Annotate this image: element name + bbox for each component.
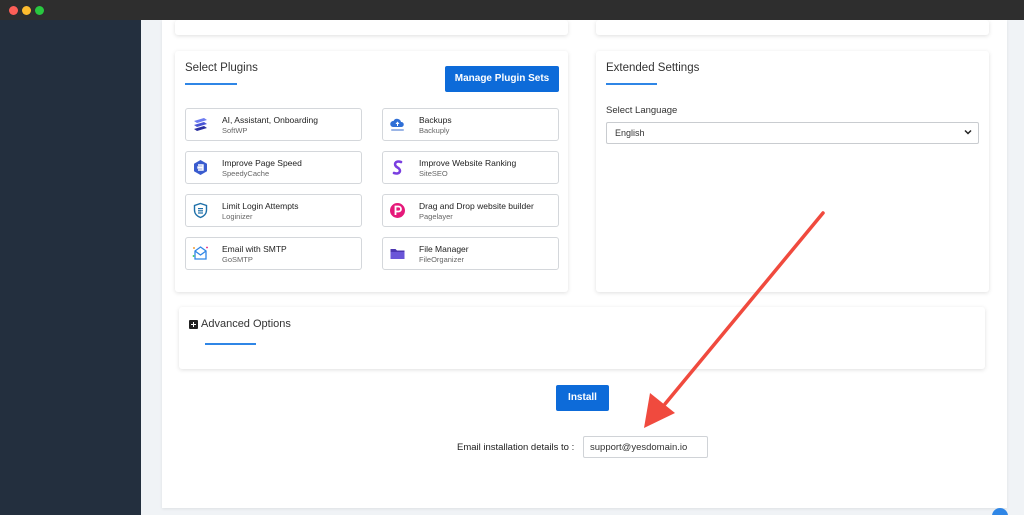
plugin-slug: GoSMTP: [222, 255, 253, 264]
close-window-button[interactable]: [9, 6, 18, 15]
plugin-name: Drag and Drop website builder: [419, 201, 534, 211]
siteseo-icon: [392, 160, 403, 175]
backuply-cloud-icon: [390, 118, 404, 131]
chevron-down-icon: [964, 129, 972, 135]
title-underline: [205, 343, 256, 345]
select-language-label: Select Language: [606, 105, 678, 116]
expand-plus-icon[interactable]: [189, 320, 198, 329]
fileorganizer-folder-icon: [390, 249, 405, 259]
install-button[interactable]: Install: [556, 385, 609, 411]
plugin-name: Email with SMTP: [222, 244, 287, 254]
language-select-value: English: [615, 128, 645, 138]
select-plugins-title: Select Plugins: [185, 62, 258, 74]
advanced-options-title[interactable]: Advanced Options: [201, 318, 291, 330]
previous-card-left: [175, 20, 568, 35]
plugin-option-softwp[interactable]: AI, Assistant, Onboarding SoftWP: [185, 108, 362, 141]
install-form-panel: Select Plugins Manage Plugin Sets AI, As…: [162, 20, 1007, 508]
minimize-window-button[interactable]: [22, 6, 31, 15]
plugin-name: File Manager: [419, 244, 469, 254]
title-underline: [185, 83, 237, 85]
manage-plugin-sets-button[interactable]: Manage Plugin Sets: [445, 66, 559, 92]
email-details-label: Email installation details to :: [457, 442, 575, 453]
plugin-name: Limit Login Attempts: [222, 201, 299, 211]
plugin-name: Backups: [419, 115, 452, 125]
plugin-option-speedycache[interactable]: Improve Page Speed SpeedyCache: [185, 151, 362, 184]
title-underline: [606, 83, 657, 85]
extended-settings-title: Extended Settings: [606, 62, 700, 74]
plugin-option-loginizer[interactable]: Limit Login Attempts Loginizer: [185, 194, 362, 227]
plugin-slug: SpeedyCache: [222, 169, 270, 178]
email-details-input[interactable]: [583, 436, 708, 458]
plugin-option-pagelayer[interactable]: Drag and Drop website builder Pagelayer: [382, 194, 559, 227]
plugin-option-siteseo[interactable]: Improve Website Ranking SiteSEO: [382, 151, 559, 184]
speedycache-icon: [194, 160, 207, 175]
pagelayer-icon: [390, 203, 405, 218]
select-plugins-card: Select Plugins Manage Plugin Sets AI, As…: [175, 51, 568, 292]
plugin-option-fileorganizer[interactable]: File Manager FileOrganizer: [382, 237, 559, 270]
window-titlebar: [0, 0, 1024, 20]
plugin-slug: SoftWP: [222, 126, 248, 135]
plugin-option-backuply[interactable]: Backups Backuply: [382, 108, 559, 141]
extended-settings-card: Extended Settings Select Language Englis…: [596, 51, 989, 292]
previous-card-right: [596, 20, 989, 35]
plugin-name: Improve Page Speed: [222, 158, 302, 168]
plugin-slug: Pagelayer: [419, 212, 453, 221]
plugin-name: AI, Assistant, Onboarding: [222, 115, 318, 125]
softwp-icon: [194, 118, 207, 131]
content-area: Select Plugins Manage Plugin Sets AI, As…: [141, 20, 1024, 515]
loginizer-shield-icon: [193, 202, 208, 219]
gosmtp-icon: [192, 246, 208, 260]
plugin-option-gosmtp[interactable]: Email with SMTP GoSMTP: [185, 237, 362, 270]
sidebar: [0, 20, 141, 515]
plugin-name: Improve Website Ranking: [419, 158, 517, 168]
plugin-slug: FileOrganizer: [419, 255, 465, 264]
maximize-window-button[interactable]: [35, 6, 44, 15]
plugin-slug: Backuply: [419, 126, 450, 135]
plugin-slug: SiteSEO: [419, 169, 448, 178]
plugin-slug: Loginizer: [222, 212, 253, 221]
advanced-options-card[interactable]: Advanced Options: [179, 307, 985, 369]
language-select[interactable]: English: [606, 122, 979, 144]
